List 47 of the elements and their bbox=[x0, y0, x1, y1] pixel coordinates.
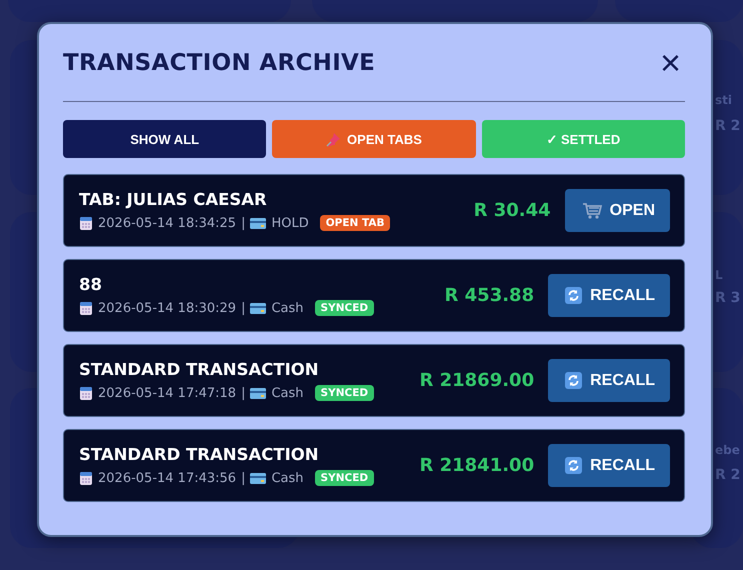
transaction-title: 88 bbox=[79, 275, 103, 294]
credit-card-icon bbox=[250, 302, 266, 314]
status-badge: SYNCED bbox=[314, 385, 374, 401]
calendar-icon bbox=[79, 470, 93, 486]
recall-button[interactable]: RECALL bbox=[548, 274, 670, 317]
calendar-icon bbox=[79, 216, 93, 230]
payment-method: Cash bbox=[271, 470, 304, 486]
credit-card-icon bbox=[250, 472, 266, 484]
open-button[interactable]: OPEN bbox=[564, 189, 670, 232]
status-badge: OPEN TAB bbox=[320, 215, 390, 231]
credit-card-icon bbox=[250, 218, 266, 228]
calendar-icon bbox=[79, 386, 93, 400]
filter-button[interactable]: OPEN TABS bbox=[272, 120, 476, 158]
transaction-datetime: 2026-05-14 18:34:25 bbox=[98, 216, 236, 230]
transaction-datetime: 2026-05-14 18:30:29 bbox=[98, 300, 236, 316]
separator: | bbox=[241, 216, 246, 230]
payment-method: Cash bbox=[271, 300, 304, 316]
payment-method: HOLD bbox=[271, 216, 309, 230]
payment-method: Cash bbox=[271, 386, 304, 400]
refresh-icon bbox=[565, 457, 582, 474]
card-label: ebe bbox=[715, 443, 740, 457]
separator: | bbox=[241, 386, 246, 400]
refresh-icon bbox=[565, 287, 582, 304]
card-label: sti bbox=[715, 93, 732, 107]
recall-button[interactable]: RECALL bbox=[548, 444, 670, 487]
status-badge: SYNCED bbox=[314, 300, 374, 316]
close-button[interactable]: × bbox=[660, 44, 681, 80]
transaction-title: STANDARD TRANSACTION bbox=[79, 445, 320, 464]
transaction-amount: R 30.44 bbox=[474, 200, 551, 221]
dialog-title: TRANSACTION ARCHIVE bbox=[63, 50, 376, 76]
transaction-amount: R 21869.00 bbox=[419, 370, 534, 391]
cart-icon bbox=[582, 202, 602, 220]
credit-card-icon bbox=[250, 388, 266, 398]
transaction-amount: R 21841.00 bbox=[419, 455, 534, 476]
separator: | bbox=[241, 300, 246, 316]
transaction-datetime: 2026-05-14 17:43:56 bbox=[98, 470, 236, 486]
transaction-title: STANDARD TRANSACTION bbox=[79, 360, 320, 379]
transaction-datetime: 2026-05-14 17:47:18 bbox=[98, 386, 236, 400]
refresh-icon bbox=[565, 372, 582, 389]
filter-button[interactable]: SHOW ALL bbox=[63, 120, 266, 158]
calendar-icon bbox=[79, 300, 93, 316]
recall-button[interactable]: RECALL bbox=[548, 359, 670, 402]
separator: | bbox=[241, 470, 246, 486]
transaction-amount: R 453.88 bbox=[444, 285, 534, 306]
transaction-title: TAB: JULIAS CAESAR bbox=[79, 190, 268, 209]
status-badge: SYNCED bbox=[314, 470, 374, 486]
pushpin-icon bbox=[326, 132, 342, 146]
